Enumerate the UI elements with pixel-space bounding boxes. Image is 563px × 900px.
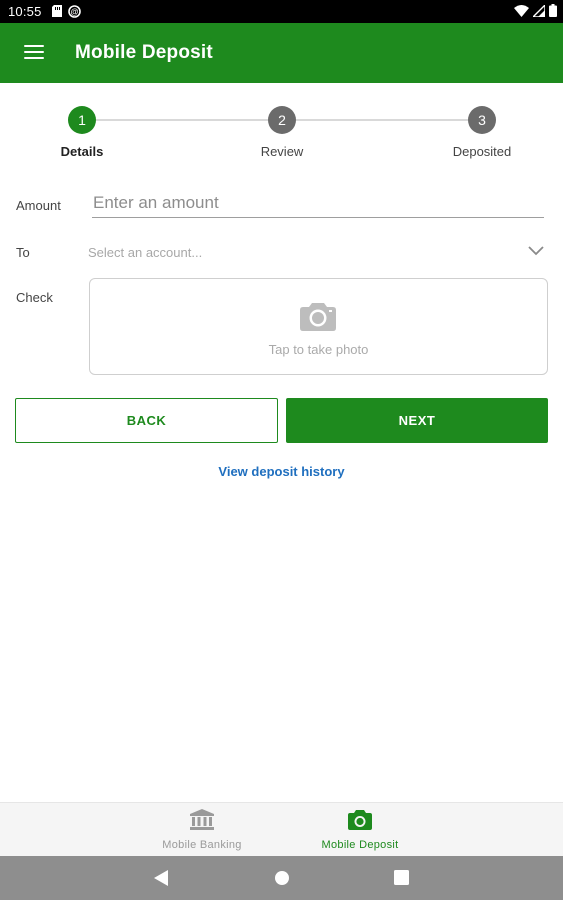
- sync-icon: @: [68, 5, 81, 21]
- recents-square-icon[interactable]: [394, 870, 409, 890]
- sd-card-icon: [52, 5, 62, 21]
- step-review: 2 Review: [222, 106, 342, 159]
- step-label: Review: [260, 144, 304, 159]
- check-label: Check: [16, 290, 53, 305]
- page-title: Mobile Deposit: [75, 42, 213, 63]
- status-icons-left: @: [52, 5, 81, 21]
- progress-stepper: 1 Details 2 Review 3 Deposited: [0, 83, 563, 178]
- hamburger-menu-icon[interactable]: [24, 44, 44, 60]
- system-navigation-bar: [0, 856, 563, 900]
- back-triangle-icon[interactable]: [154, 870, 168, 891]
- amount-label: Amount: [16, 198, 61, 213]
- status-bar: 10:55 @: [0, 0, 563, 23]
- check-photo-area[interactable]: Tap to take photo: [89, 278, 548, 375]
- wifi-icon: [514, 4, 529, 20]
- nav-label: Mobile Banking: [162, 839, 242, 851]
- step-deposited: 3 Deposited: [422, 106, 542, 159]
- take-photo-text: Tap to take photo: [268, 342, 369, 357]
- bottom-navigation: Mobile Banking Mobile Deposit: [0, 802, 563, 856]
- nav-item-mobile-deposit[interactable]: Mobile Deposit: [300, 809, 420, 851]
- step-number: 3: [468, 106, 496, 134]
- chevron-down-icon: [528, 243, 544, 261]
- battery-icon: [549, 4, 557, 20]
- view-deposit-history-link[interactable]: View deposit history: [0, 464, 563, 479]
- step-label: Details: [60, 144, 104, 159]
- app-bar: Mobile Deposit: [0, 23, 563, 83]
- svg-text:@: @: [71, 8, 79, 17]
- status-icons-right: [514, 2, 557, 20]
- bank-icon: [190, 809, 214, 836]
- account-select-placeholder: Select an account...: [88, 245, 203, 260]
- step-details: 1 Details: [22, 106, 142, 159]
- home-circle-icon[interactable]: [274, 870, 290, 891]
- camera-icon: [300, 301, 336, 336]
- step-number: 1: [68, 106, 96, 134]
- to-label: To: [16, 245, 30, 260]
- status-time: 10:55: [8, 4, 42, 19]
- nav-label: Mobile Deposit: [321, 839, 399, 851]
- nav-item-mobile-banking[interactable]: Mobile Banking: [142, 809, 262, 851]
- step-number: 2: [268, 106, 296, 134]
- next-button[interactable]: NEXT: [286, 398, 548, 443]
- step-label: Deposited: [452, 144, 512, 159]
- camera-icon: [348, 809, 372, 836]
- back-button[interactable]: BACK: [15, 398, 278, 443]
- amount-input[interactable]: [92, 190, 544, 218]
- account-select[interactable]: Select an account...: [88, 239, 548, 265]
- signal-icon: [531, 2, 546, 20]
